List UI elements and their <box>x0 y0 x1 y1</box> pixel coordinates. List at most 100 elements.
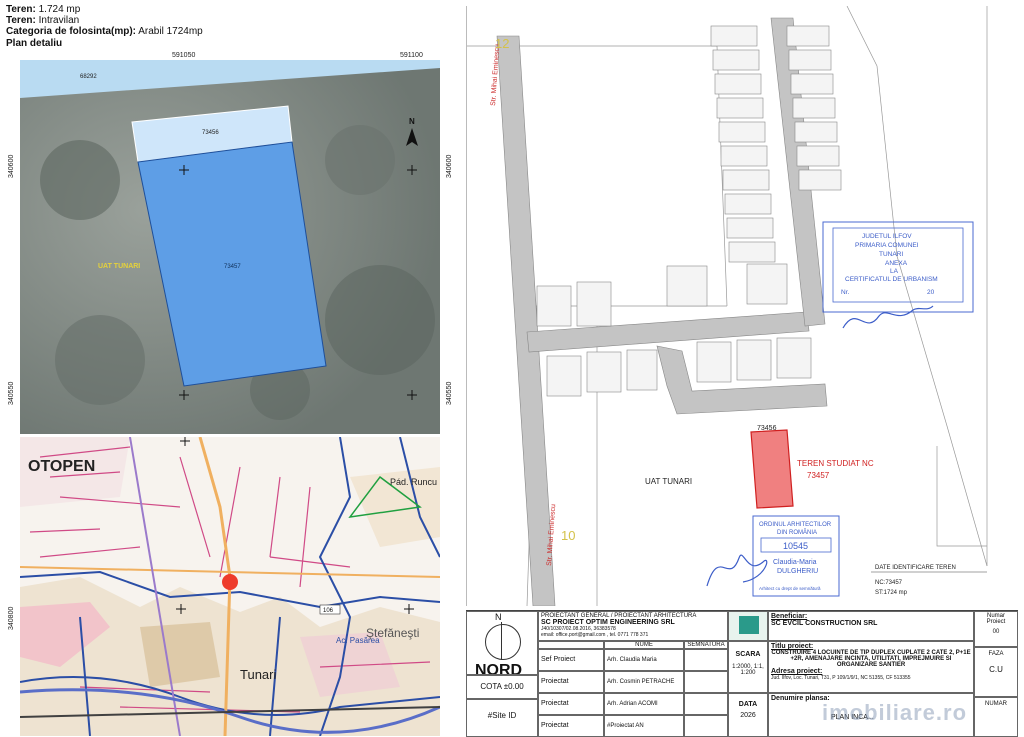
ac-pasarea-label: Ac. Pasărea <box>336 636 380 645</box>
stamp-line-4: ANEXA <box>885 260 908 267</box>
coord-y-left-top: 340600 <box>8 154 15 178</box>
numar-proiect-value: 00 <box>992 629 1000 635</box>
tb-north-letter: N <box>495 612 502 622</box>
adresa-label: Adresa proiect: <box>771 668 823 675</box>
col-nume: NUME <box>604 641 684 649</box>
row4-role: Proiectat <box>538 715 604 737</box>
teren-studiat-label: TEREN STUDIAT NC <box>797 459 874 468</box>
parcel-73457-label: 73457 <box>224 264 241 270</box>
teren-type-label: Teren: <box>6 15 36 26</box>
col-semnatura: SEMNATURA <box>684 641 728 649</box>
north-arrow-cell: N NORD <box>466 611 538 675</box>
coord-y-right-top: 340600 <box>446 154 453 178</box>
row1-name: Arh. Claudia Maria DULGHERIU <box>604 649 684 671</box>
data-cell: DATA 2026 <box>728 693 768 737</box>
road-106-label: 106 <box>323 608 334 614</box>
stamp-line-8: 20 <box>927 289 935 296</box>
coord-y-left-bottom: 340550 <box>8 381 15 405</box>
designer-name: SC PROIECT OPTIM ENGINEERING SRL <box>541 619 675 626</box>
parcel-73456-label: 73456 <box>202 130 219 136</box>
row4-signature <box>684 715 728 737</box>
id-nc: NC:73457 <box>875 580 903 586</box>
numar-cell: NUMAR <box>974 697 1018 737</box>
coord-x-right: 591100 <box>400 52 423 59</box>
scara-label: SCARA <box>735 651 761 658</box>
land-use-value: Arabil 1724mp <box>138 26 203 37</box>
row1-role: Sef Proiect <box>538 649 604 671</box>
building-logo-icon <box>739 616 759 634</box>
street-number-10: 10 <box>561 528 575 543</box>
data-value: 2026 <box>740 712 756 719</box>
faza-cell: FAZA C.U <box>974 647 1018 697</box>
stamp-line-5: LA <box>890 268 899 275</box>
uat-tunari-label: UAT TUNARI <box>98 263 140 270</box>
designer-logo <box>728 611 768 641</box>
beneficiar-label: Beneficiar: <box>771 613 808 620</box>
site-id: #Site ID <box>466 699 538 737</box>
stamp-line-3: TUNARI <box>879 251 903 258</box>
land-use-label: Categoria de folosinta(mp): <box>6 26 137 37</box>
arch-stamp-name-1: Claudia-Maria <box>773 559 817 566</box>
id-title: DATE IDENTIFICARE TEREN <box>875 565 956 571</box>
stamp-line-6: CERTIFICATUL DE URBANISM <box>845 276 938 283</box>
faza-value: C.U <box>989 665 1003 674</box>
titlu-value: CONSTRUIRE 4 LOCUINTE DE TIP DUPLEX CUPL… <box>771 650 971 668</box>
otopeni-label: OTOPEN <box>28 458 95 475</box>
site-plan-svg: Str. Mihai Eminescu Str. Mihai Eminescu … <box>467 5 1019 607</box>
stamp-line-7: Nr. <box>841 289 850 296</box>
imobiliare-watermark: imobiliare.ro <box>822 700 968 725</box>
orthophoto-map: 68292 73456 73457 UAT TUNARI N <box>20 60 440 434</box>
nord-label: NORD <box>475 662 523 675</box>
uat-tunari-plan-label: UAT TUNARI <box>645 477 692 486</box>
row2-role: Proiectat <box>538 671 604 693</box>
teren-type-value: Intravilan <box>38 15 80 26</box>
arch-stamp-number: 10545 <box>783 541 808 551</box>
north-arrow-letter: N <box>409 117 415 126</box>
location-map-svg: 106 OTOPEN Pád. Runcu Ştefăneşti Ac. Pas… <box>20 437 440 736</box>
teren-nc-label: 73457 <box>807 471 830 480</box>
orthophoto-svg: 68292 73456 73457 UAT TUNARI N <box>20 60 440 434</box>
titlu-label: Titlu proiect: <box>771 643 814 650</box>
tunari-label: Tunari <box>240 667 276 682</box>
cota-label: COTA ±0.00 <box>466 675 538 699</box>
row3-signature <box>684 693 728 715</box>
row2-signature <box>684 671 728 693</box>
faza-label: FAZA <box>988 651 1004 657</box>
coord-x-left: 591050 <box>172 52 196 59</box>
row1-signature <box>684 649 728 671</box>
parcel-73456-plan-label: 73456 <box>757 425 777 432</box>
teren-area-value: 1.724 mp <box>38 4 81 15</box>
stamp-line-1: JUDETUL ILFOV <box>862 233 912 240</box>
row3-role: Proiectat <box>538 693 604 715</box>
arch-stamp-line-1: ORDINUL ARHITECTILOR <box>759 522 832 528</box>
site-location-marker <box>222 574 238 590</box>
row3-name: Arh. Adrian ACOMI <box>604 693 684 715</box>
adresa-value: Jud. Ilfov, Loc. Tunari, T31, P 109/1/9/… <box>771 675 911 681</box>
plan-detaliu-title: Plan detaliu <box>6 38 63 49</box>
coord-y-right-bottom: 340550 <box>446 381 453 405</box>
arch-stamp-caption: Arhitect cu drept de semnătură <box>759 586 821 591</box>
teren-studiat-parcel <box>750 429 794 509</box>
scara-cell: SCARA 1:2000, 1:1, 1:200 <box>728 641 768 693</box>
arch-stamp-name-2: DULGHERIU <box>777 568 818 575</box>
arch-stamp-line-2: DIN ROMÂNIA <box>777 529 817 536</box>
pad-runcu-label: Pád. Runcu <box>390 477 437 487</box>
header-line-3: Categoria de folosinta(mp): Arabil 1724m… <box>6 26 203 38</box>
north-compass-icon <box>485 624 521 660</box>
numar-proiect-cell: Numar Proiect 00 <box>974 611 1018 647</box>
numar-label: NUMAR <box>985 701 1007 707</box>
topo-coord-y: 340800 <box>8 606 15 630</box>
beneficiar-value: SC EVCIL CONSTRUCTION SRL <box>771 620 878 627</box>
id-st: ST:1724 mp <box>875 590 908 596</box>
scara-value: 1:2000, 1:1, 1:200 <box>732 664 764 676</box>
designer-cell: PROIECTANT GENERAL / PROIECTANT ARHITECT… <box>538 611 728 641</box>
row2-name: Arh. Cosmin PETRACHE <box>604 671 684 693</box>
street-number-12: 12 <box>495 36 509 51</box>
data-label: DATA <box>738 701 758 708</box>
site-plan: Str. Mihai Eminescu Str. Mihai Eminescu … <box>466 5 1019 607</box>
stamp-line-2: PRIMARIA COMUNEI <box>855 242 919 249</box>
beneficiar-cell: Beneficiar: SC EVCIL CONSTRUCTION SRL <box>768 611 974 641</box>
teren-area-label: Teren: <box>6 4 36 15</box>
row4-name: #Proiectat AN <box>604 715 684 737</box>
numar-proiect-label: Numar Proiect <box>986 613 1006 625</box>
